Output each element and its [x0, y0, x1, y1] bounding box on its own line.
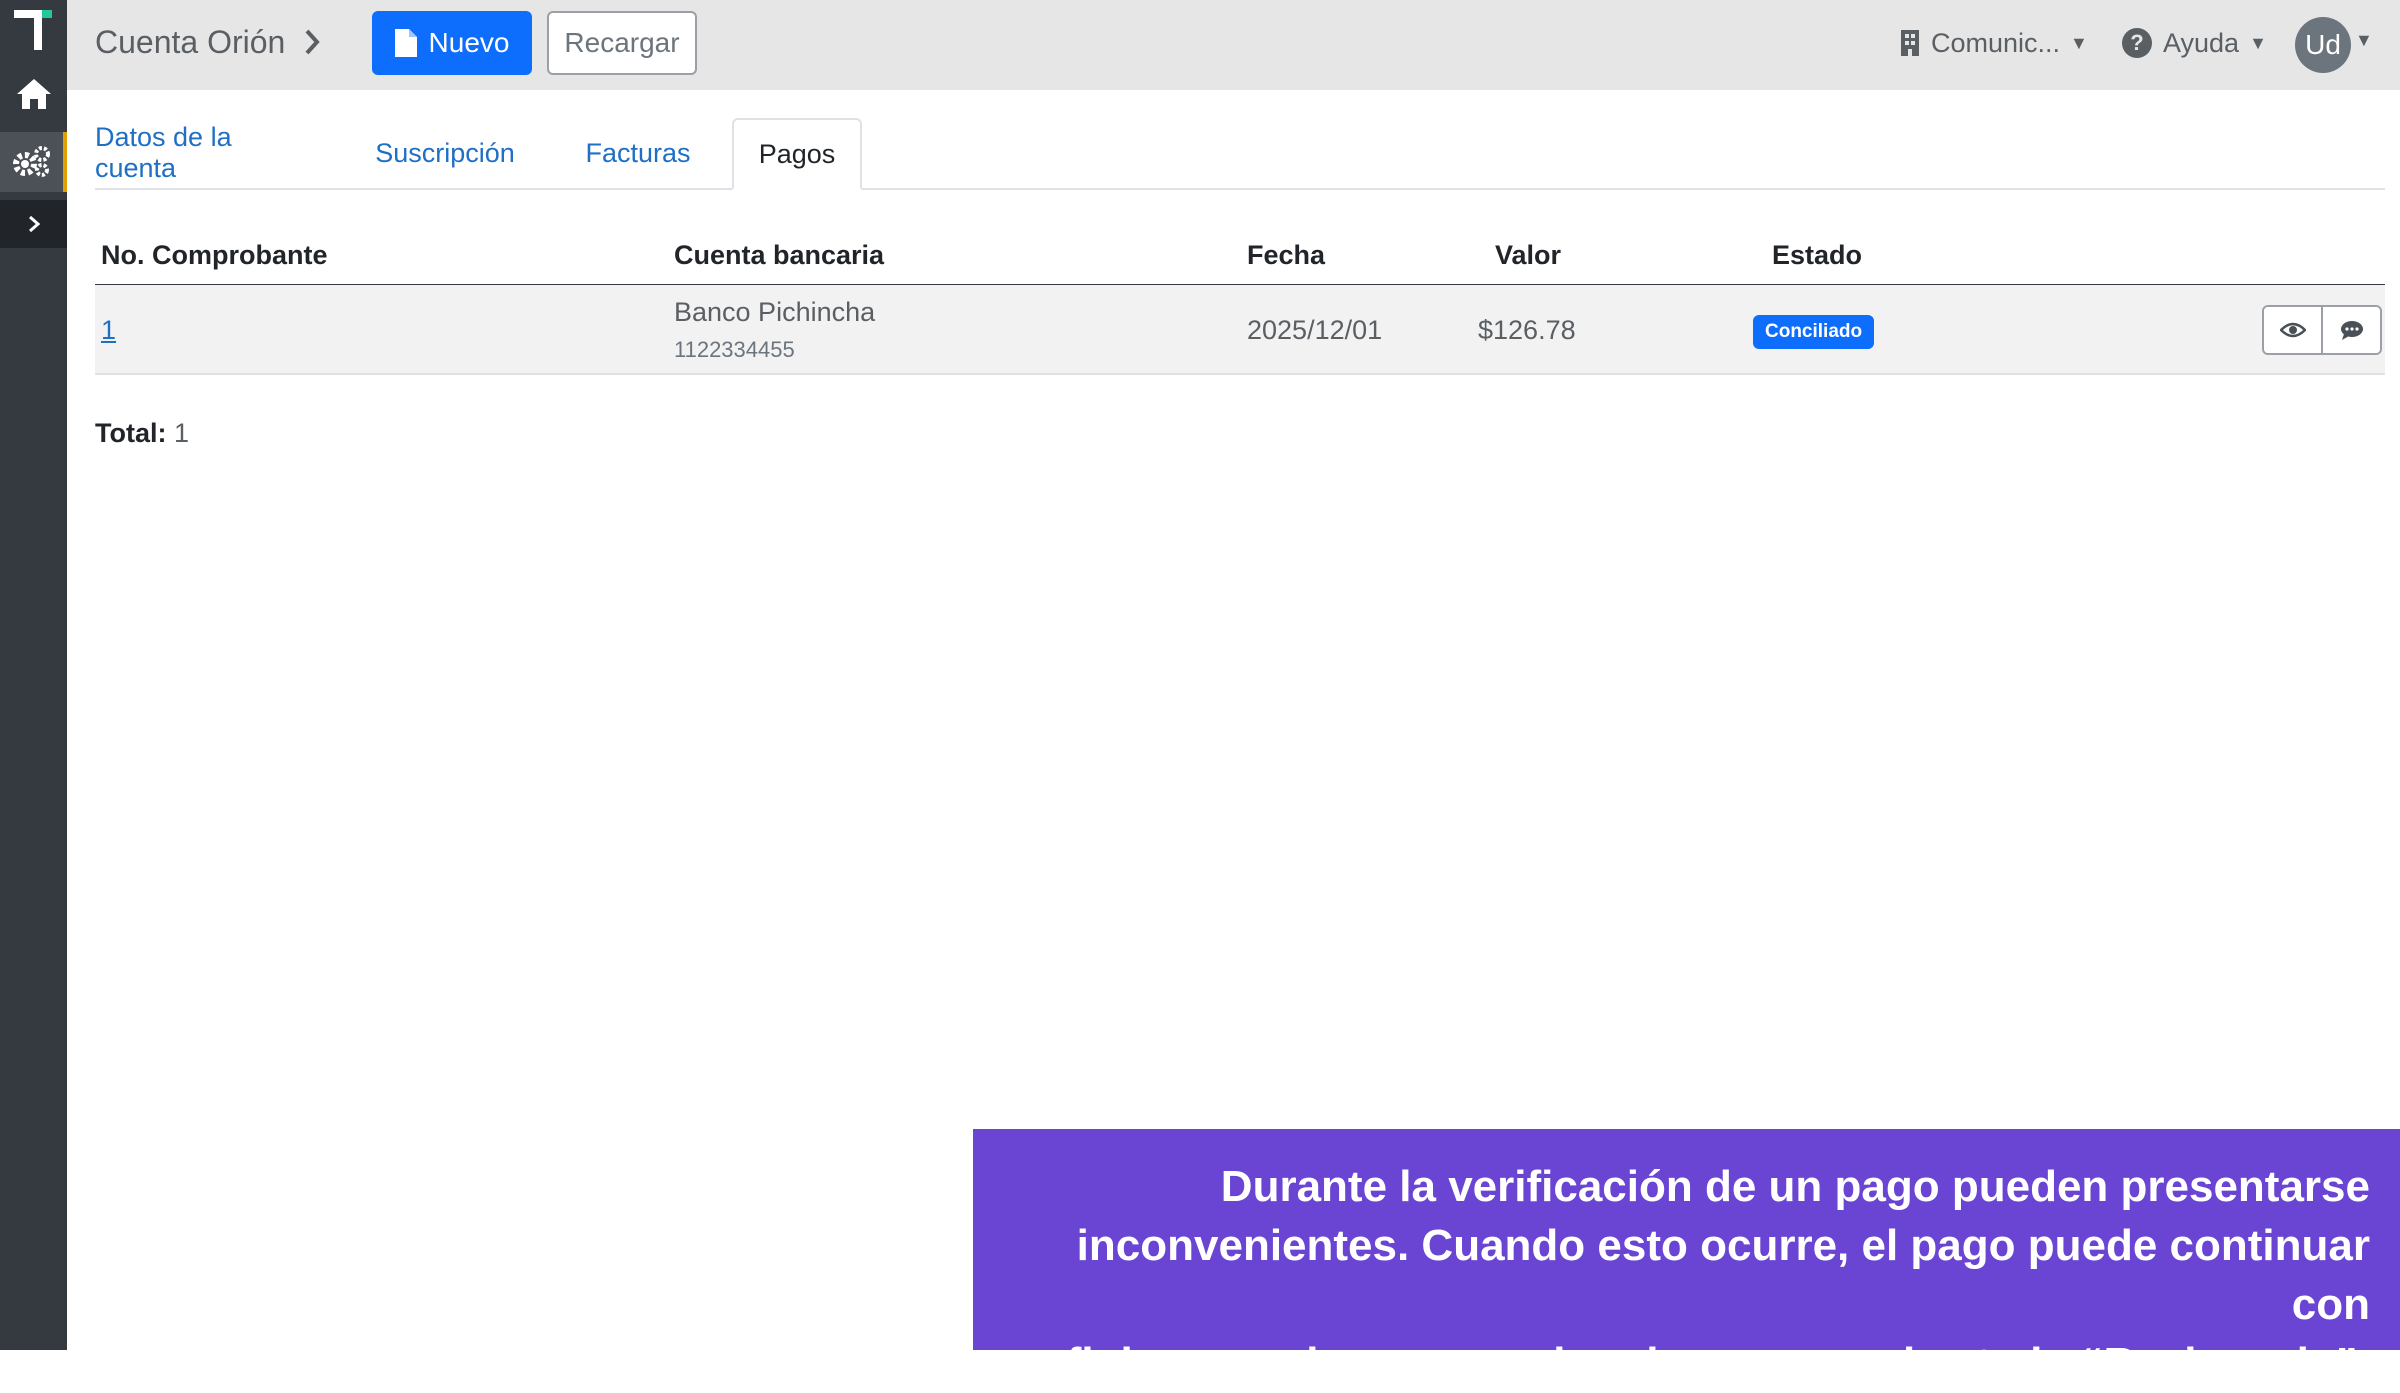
- sidebar-item-settings[interactable]: [0, 132, 67, 192]
- account-tabs: Datos de la cuenta Suscripción Facturas …: [95, 118, 2385, 190]
- total-count: Total: 1: [95, 418, 189, 449]
- sidebar-item-home[interactable]: [0, 70, 67, 118]
- sidebar-expand-button[interactable]: [0, 200, 67, 248]
- caret-down-icon: ▼: [2249, 32, 2267, 53]
- chevron-right-icon: [28, 215, 40, 233]
- comment-icon: [2340, 321, 2363, 340]
- caption-overlay: Durante la verificación de un pago puede…: [973, 1129, 2400, 1388]
- caption-line: inconvenientes. Cuando esto ocurre, el p…: [1076, 1221, 2370, 1329]
- breadcrumb-item[interactable]: Cuenta Orión: [95, 20, 285, 64]
- total-value: 1: [174, 418, 190, 448]
- settings-gears-icon: [12, 146, 50, 177]
- company-menu-label: Comunic...: [1931, 27, 2061, 58]
- tab-subscription[interactable]: Suscripción: [365, 118, 525, 188]
- top-bar: Cuenta Orión Nuevo Recargar Comunic... ▼…: [67, 0, 2400, 90]
- caret-down-icon: ▼: [2070, 32, 2088, 53]
- row-actions: [2262, 305, 2382, 355]
- column-header-receipt[interactable]: No. Comprobante: [101, 240, 328, 271]
- column-header-value[interactable]: Valor: [1495, 240, 1561, 271]
- tab-invoices[interactable]: Facturas: [573, 118, 703, 188]
- column-header-bank-account[interactable]: Cuenta bancaria: [674, 240, 884, 271]
- home-icon: [16, 79, 51, 109]
- status-badge: Conciliado: [1753, 315, 1875, 349]
- bank-account-number: 1122334455: [674, 337, 795, 362]
- company-menu[interactable]: Comunic... ▼: [1899, 18, 2088, 68]
- app-logo-icon[interactable]: [12, 4, 56, 52]
- question-circle-icon: ?: [2122, 28, 2152, 58]
- eye-icon: [2279, 322, 2306, 338]
- building-icon: [1901, 30, 1919, 56]
- new-button-label: Nuevo: [428, 27, 510, 58]
- file-icon: [394, 29, 417, 57]
- receipt-number-link[interactable]: 1: [101, 315, 116, 346]
- new-button[interactable]: Nuevo: [372, 11, 532, 75]
- caret-down-icon[interactable]: ▼: [2355, 30, 2373, 51]
- payment-date: 2025/12/01: [1247, 315, 1383, 345]
- tab-payments[interactable]: Pagos: [732, 118, 862, 190]
- reload-button[interactable]: Recargar: [547, 11, 697, 75]
- breadcrumb: Cuenta Orión: [95, 20, 321, 64]
- column-header-status[interactable]: Estado: [1772, 240, 1862, 271]
- user-avatar[interactable]: Ud: [2295, 17, 2351, 73]
- payments-table-header: No. Comprobante Cuenta bancaria Fecha Va…: [95, 232, 2385, 287]
- column-header-date[interactable]: Fecha: [1247, 240, 1325, 271]
- table-row: 1 Banco Pichincha 1122334455 2025/12/01 …: [95, 285, 2385, 375]
- total-label: Total:: [95, 418, 167, 448]
- sidebar: [0, 0, 67, 1350]
- caption-line: Durante la verificación de un pago puede…: [1220, 1162, 2370, 1211]
- comment-button[interactable]: [2321, 307, 2380, 353]
- caption-line: su flujo normal una vez aclarado, o pasa…: [1003, 1339, 2370, 1388]
- chevron-right-icon: [305, 29, 321, 55]
- payment-value: $126.78: [1478, 315, 1576, 345]
- help-menu-label: Ayuda: [2163, 27, 2240, 58]
- tab-account-data[interactable]: Datos de la cuenta: [95, 118, 315, 188]
- view-button[interactable]: [2264, 307, 2321, 353]
- bank-name: Banco Pichincha: [674, 297, 876, 327]
- svg-text:?: ?: [2130, 30, 2143, 55]
- help-menu[interactable]: ? Ayuda ▼: [2121, 18, 2267, 68]
